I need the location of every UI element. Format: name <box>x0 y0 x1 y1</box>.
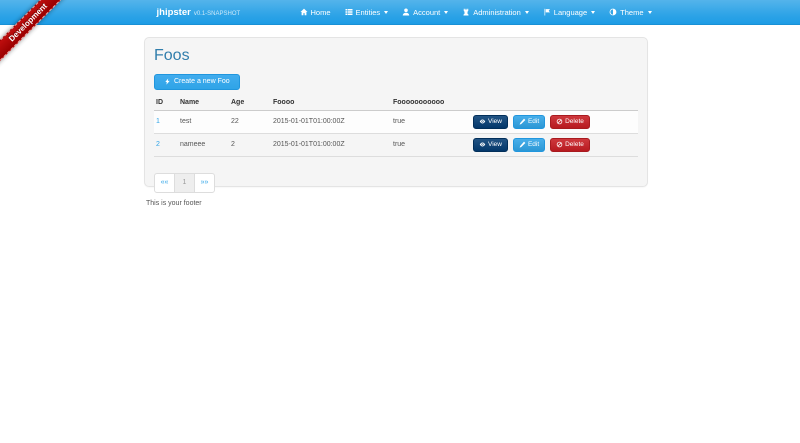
nav-item-theme[interactable]: Theme <box>609 8 651 17</box>
edit-label: Edit <box>528 141 539 148</box>
brand[interactable]: jhipster v0.1-SNAPSHOT <box>149 7 241 18</box>
nav-item-label: Home <box>311 8 331 17</box>
chevron-down-icon <box>444 11 448 14</box>
header-id: ID <box>154 95 178 111</box>
flash-icon <box>164 78 171 85</box>
navbar: jhipster v0.1-SNAPSHOT Home Entities Acc… <box>0 0 800 25</box>
nav-item-language[interactable]: Language <box>543 8 595 17</box>
nav-item-label: Theme <box>620 8 643 17</box>
view-button[interactable]: View <box>473 138 508 152</box>
cell-age: 22 <box>229 110 271 133</box>
pencil-icon <box>519 118 526 125</box>
brand-version: v0.1-SNAPSHOT <box>194 11 240 17</box>
pagination-last[interactable]: »» <box>194 173 215 193</box>
chevron-down-icon <box>591 11 595 14</box>
pagination-page-1[interactable]: 1 <box>174 173 195 193</box>
navbar-menu: Home Entities Account Administration Lan… <box>286 8 652 17</box>
nav-item-label: Language <box>554 8 587 17</box>
cell-foolong: true <box>391 110 471 133</box>
view-button[interactable]: View <box>473 115 508 129</box>
delete-label: Delete <box>565 141 584 148</box>
ban-circle-icon <box>556 141 563 148</box>
footer-text: This is your footer <box>146 200 202 207</box>
ban-circle-icon <box>556 118 563 125</box>
flag-icon <box>543 8 551 16</box>
view-label: View <box>488 118 502 125</box>
row-id-link[interactable]: 1 <box>156 118 160 125</box>
nav-item-account[interactable]: Account <box>402 8 448 17</box>
cell-foooo: 2015-01-01T01:00:00Z <box>271 133 391 156</box>
header-foooo: Foooo <box>271 95 391 111</box>
row-id-link[interactable]: 2 <box>156 141 160 148</box>
user-icon <box>402 8 410 16</box>
delete-button[interactable]: Delete <box>550 115 590 129</box>
tower-icon <box>462 8 470 16</box>
th-list-icon <box>345 8 353 16</box>
create-foo-label: Create a new Foo <box>174 78 230 85</box>
nav-item-home[interactable]: Home <box>300 8 331 17</box>
adjust-icon <box>609 8 617 16</box>
main-panel: Foos Create a new Foo ID Name Age Foooo … <box>144 37 648 187</box>
cell-age: 2 <box>229 133 271 156</box>
eye-icon <box>479 118 486 125</box>
delete-label: Delete <box>565 118 584 125</box>
chevron-down-icon <box>525 11 529 14</box>
pagination-first[interactable]: «« <box>154 173 175 193</box>
header-age: Age <box>229 95 271 111</box>
eye-icon <box>479 141 486 148</box>
brand-name: jhipster <box>157 7 191 18</box>
pencil-icon <box>519 141 526 148</box>
cell-foooo: 2015-01-01T01:00:00Z <box>271 110 391 133</box>
header-name: Name <box>178 95 229 111</box>
nav-item-label: Account <box>413 8 440 17</box>
table-header-row: ID Name Age Foooo Fooooooooooo <box>154 95 638 111</box>
cell-foolong: true <box>391 133 471 156</box>
table-row: 1 test 22 2015-01-01T01:00:00Z true View… <box>154 110 638 133</box>
nav-item-label: Entities <box>356 8 381 17</box>
delete-button[interactable]: Delete <box>550 138 590 152</box>
view-label: View <box>488 141 502 148</box>
header-foolong: Fooooooooooo <box>391 95 471 111</box>
edit-button[interactable]: Edit <box>513 138 545 152</box>
cell-name: nameee <box>178 133 229 156</box>
edit-label: Edit <box>528 118 539 125</box>
create-foo-button[interactable]: Create a new Foo <box>154 74 240 90</box>
edit-button[interactable]: Edit <box>513 115 545 129</box>
home-icon <box>300 8 308 16</box>
table-row: 2 nameee 2 2015-01-01T01:00:00Z true Vie… <box>154 133 638 156</box>
pagination: «« 1 »» <box>154 173 215 193</box>
nav-item-administration[interactable]: Administration <box>462 8 529 17</box>
nav-item-entities[interactable]: Entities <box>345 8 389 17</box>
foo-table: ID Name Age Foooo Fooooooooooo 1 test 22… <box>154 95 638 157</box>
cell-name: test <box>178 110 229 133</box>
chevron-down-icon <box>648 11 652 14</box>
header-actions <box>471 95 638 111</box>
page-title: Foos <box>154 47 638 65</box>
chevron-down-icon <box>384 11 388 14</box>
nav-item-label: Administration <box>473 8 521 17</box>
